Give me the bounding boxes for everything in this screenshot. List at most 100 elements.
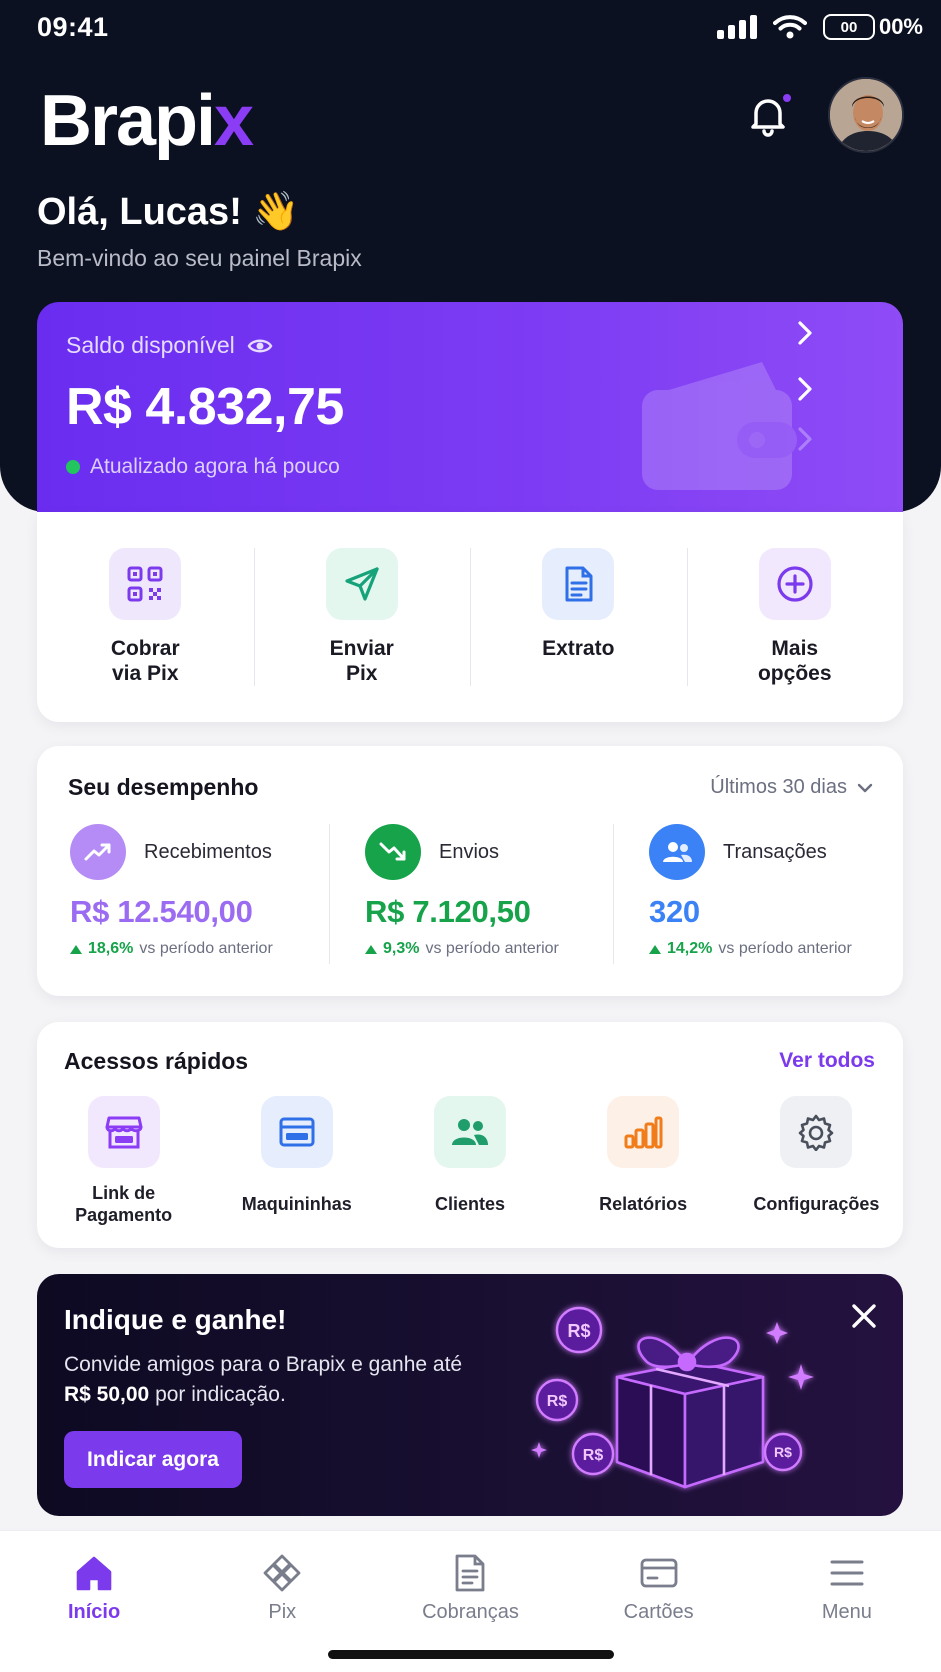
metric-change-text: vs período anterior <box>718 940 852 957</box>
chevron-right-icon[interactable] <box>795 318 815 348</box>
access-item-settings[interactable]: Configurações <box>730 1096 903 1226</box>
metric-sent[interactable]: Envios R$ 7.120,50 9,3% vs período anter… <box>329 824 613 974</box>
metric-header: Transações <box>649 824 903 880</box>
status-time: 09:41 <box>37 12 109 42</box>
chevron-right-icon <box>798 427 812 451</box>
action-charge-pix[interactable]: Cobrar via Pix <box>37 512 254 722</box>
status-icons: 00 00% <box>716 14 923 40</box>
access-item-payment-link[interactable]: Link de Pagamento <box>37 1096 210 1226</box>
signal-icon <box>716 15 757 39</box>
metric-change: 14,2% vs período anterior <box>649 940 903 958</box>
access-label: Clientes <box>434 1194 505 1214</box>
action-label: Enviar Pix <box>329 637 394 685</box>
quick-access-items: Link de Pagamento Maquininhas Clientes R… <box>37 1096 903 1226</box>
nav-label: Pix <box>268 1601 297 1623</box>
access-label: Maquininhas <box>241 1194 352 1214</box>
see-all-link[interactable]: Ver todos <box>779 1049 875 1073</box>
metric-value: 320 <box>649 894 700 929</box>
battery-percentage: 00% <box>878 14 923 39</box>
metric-value: R$ 12.540,00 <box>70 894 253 929</box>
balance-updated-text: Atualizado agora há pouco <box>90 455 340 478</box>
plus-circle-icon <box>758 548 831 620</box>
metric-change-text: vs período anterior <box>139 940 273 957</box>
access-item-clients[interactable]: Clientes <box>383 1096 556 1226</box>
performance-metrics: Recebimentos R$ 12.540,00 18,6% vs perío… <box>37 824 903 974</box>
nav-item-home[interactable]: Início <box>0 1531 188 1672</box>
balance-value: R$ 4.832,75 <box>66 378 344 436</box>
metric-value: R$ 7.120,50 <box>365 894 531 929</box>
coin-label: R$ <box>583 1447 604 1464</box>
nav-label: Cartões <box>623 1601 694 1623</box>
promo-text: Convide amigos para o Brapix e ganhe até… <box>64 1353 463 1406</box>
chevron-down-icon <box>857 783 873 792</box>
arrow-up-icon <box>649 944 661 954</box>
balance-card[interactable]: Saldo disponível R$ 4.832,75 Atualizado … <box>37 302 903 522</box>
balance-updated-row: Atualizado agora há pouco <box>66 455 340 479</box>
users-icon <box>649 824 705 880</box>
action-send-pix[interactable]: Enviar Pix <box>253 512 471 722</box>
qr-code-icon <box>109 548 182 620</box>
credit-card-icon <box>637 1551 681 1595</box>
gear-icon <box>780 1096 853 1168</box>
metric-receipts[interactable]: Recebimentos R$ 12.540,00 18,6% vs perío… <box>37 824 329 974</box>
quick-actions-card: Cobrar via Pix Enviar Pix Extrato Mais o… <box>37 512 903 722</box>
promo-title: Indique e ganhe! <box>64 1304 287 1335</box>
performance-title: Seu desempenho <box>68 774 259 800</box>
card-machine-icon <box>260 1096 333 1168</box>
quick-access-title: Acessos rápidos <box>64 1048 249 1074</box>
quick-access-card: Acessos rápidos Ver todos Link de Pagame… <box>37 1022 903 1248</box>
action-statement[interactable]: Extrato <box>470 512 687 722</box>
user-avatar[interactable] <box>828 77 904 153</box>
metric-change-percent: 9,3% <box>383 940 420 957</box>
home-indicator[interactable] <box>328 1650 614 1659</box>
coin-label: R$ <box>547 1393 568 1410</box>
chevron-right-icon[interactable] <box>795 374 815 404</box>
referral-banner: Indique e ganhe! Convide amigos para o B… <box>37 1274 903 1516</box>
balance-label: Saldo disponível <box>66 332 235 358</box>
metric-change: 9,3% vs período anterior <box>365 940 613 958</box>
document-icon <box>448 1551 492 1595</box>
bar-chart-icon <box>607 1096 680 1168</box>
document-icon <box>542 548 615 620</box>
trend-up-icon <box>70 824 126 880</box>
period-label: Últimos 30 dias <box>710 776 847 798</box>
period-select[interactable]: Últimos 30 dias <box>710 776 873 799</box>
metric-transactions[interactable]: Transações 320 14,2% vs período anterior <box>613 824 903 974</box>
metric-change-percent: 18,6% <box>88 940 134 957</box>
nav-item-menu[interactable]: Menu <box>753 1531 941 1672</box>
refer-now-button[interactable]: Indicar agora <box>64 1431 242 1488</box>
metric-header: Recebimentos <box>70 824 329 880</box>
access-item-reports[interactable]: Relatórios <box>557 1096 730 1226</box>
storefront-icon <box>87 1096 160 1168</box>
metric-change-text: vs período anterior <box>425 940 559 957</box>
users-icon <box>433 1096 506 1168</box>
home-icon <box>72 1551 116 1595</box>
metric-name: Envios <box>439 840 500 863</box>
action-label: Mais opções <box>757 637 832 685</box>
arrow-up-icon <box>70 944 82 954</box>
nav-label: Início <box>67 1601 121 1623</box>
battery-indicator: 00 00% <box>822 14 923 40</box>
coin-label: R$ <box>774 1444 792 1460</box>
performance-card: Seu desempenho Últimos 30 dias Recebimen… <box>37 746 903 996</box>
action-more-options[interactable]: Mais opções <box>686 512 904 722</box>
action-label: Extrato <box>542 637 615 660</box>
access-item-card-machines[interactable]: Maquininhas <box>210 1096 383 1226</box>
online-status-dot <box>66 460 80 474</box>
nav-label: Menu <box>821 1601 872 1623</box>
menu-icon <box>825 1551 869 1595</box>
access-label: Link de Pagamento <box>75 1183 173 1225</box>
nav-label: Cobranças <box>422 1601 519 1623</box>
access-label: Relatórios <box>599 1194 688 1214</box>
metric-header: Envios <box>365 824 613 880</box>
metric-change: 18,6% vs período anterior <box>70 940 329 958</box>
metric-name: Recebimentos <box>144 840 272 863</box>
send-icon <box>325 548 398 620</box>
notification-dot <box>781 92 793 104</box>
eye-icon[interactable] <box>247 337 273 355</box>
close-icon[interactable] <box>848 1300 880 1332</box>
pix-icon <box>260 1551 304 1595</box>
action-label: Cobrar via Pix <box>110 637 180 685</box>
brand-logo: Brapix <box>40 81 254 161</box>
metric-name: Transações <box>723 840 827 863</box>
